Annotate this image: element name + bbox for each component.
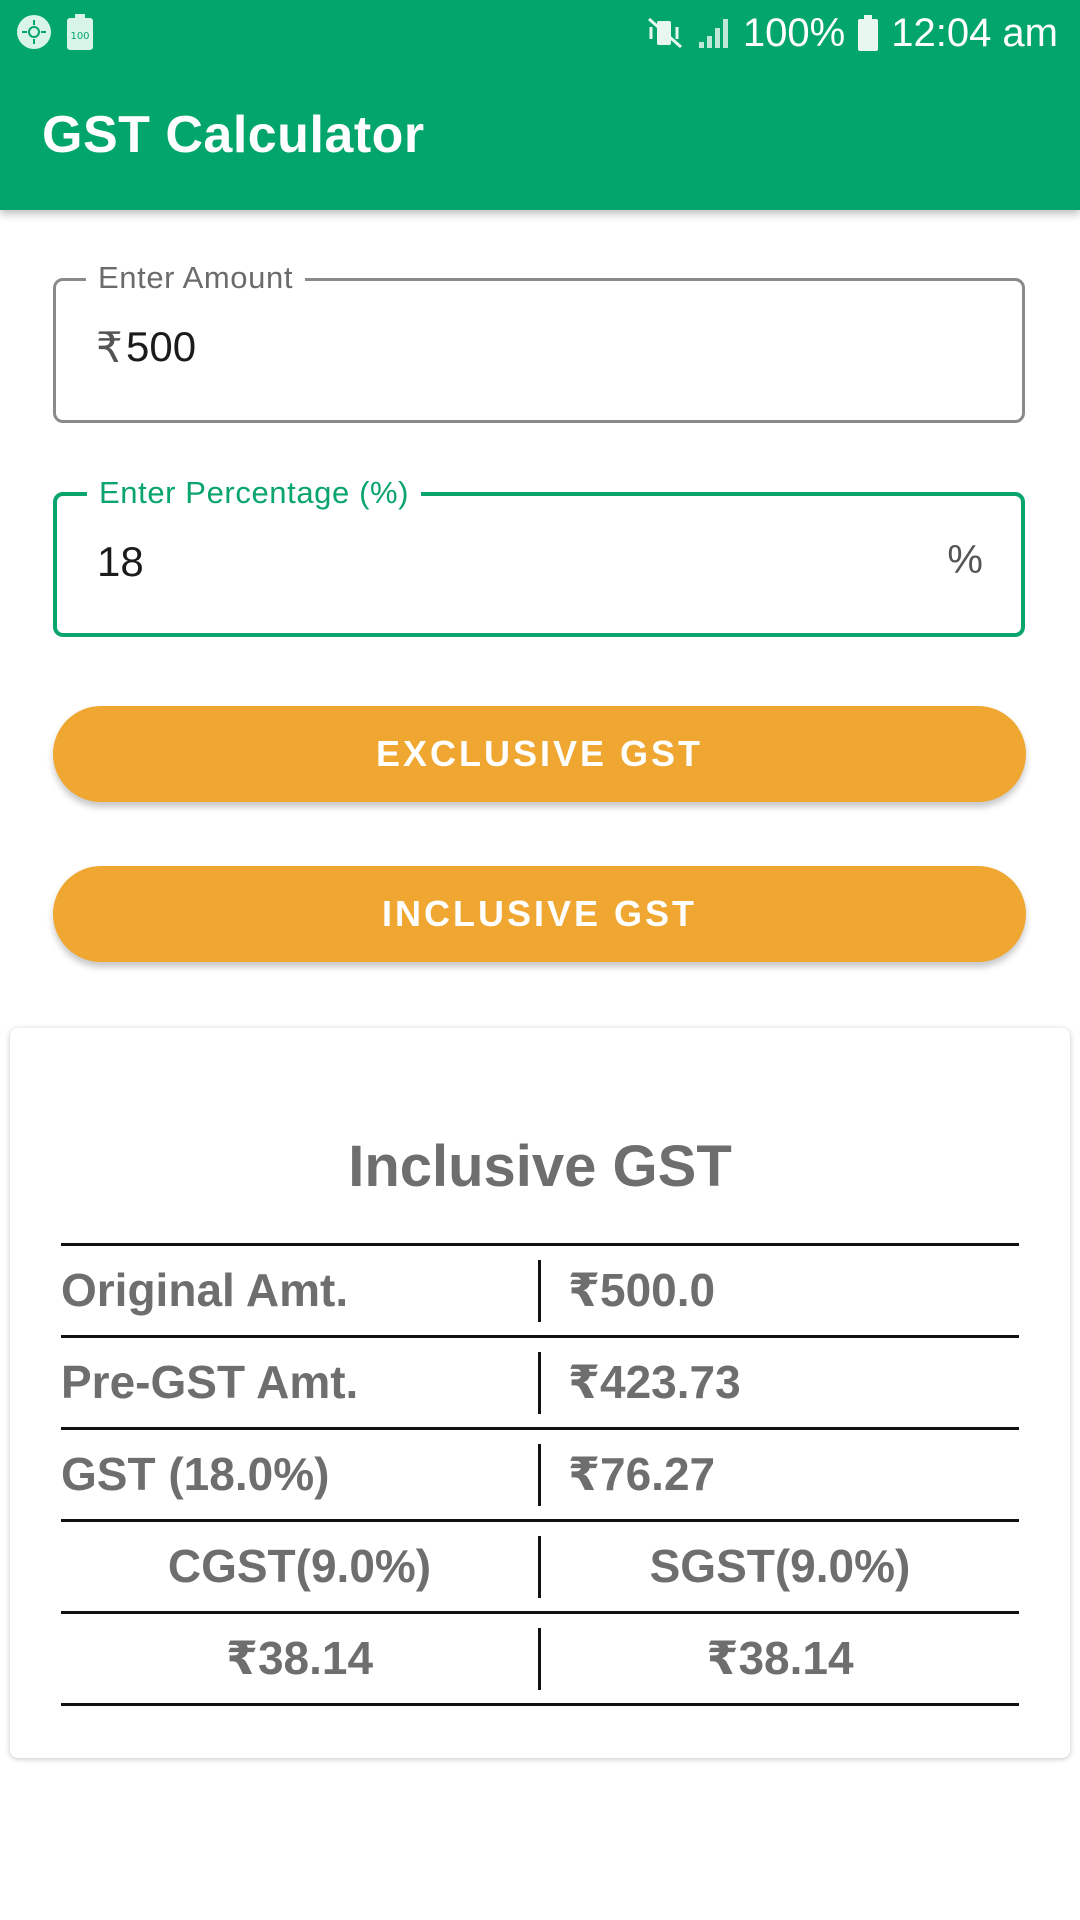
app-bar: 100 100% 12:04 am GST Calculator <box>0 0 1080 210</box>
status-right-group: 100% 12:04 am <box>645 8 1058 58</box>
split-header-row: CGST(9.0%) SGST(9.0%) <box>61 1522 1019 1611</box>
row-label: Original Amt. <box>61 1264 349 1316</box>
column-divider <box>538 1444 541 1506</box>
column-divider <box>538 1260 541 1322</box>
app-title: GST Calculator <box>42 106 425 164</box>
percent-suffix: % <box>947 538 983 582</box>
table-row: Pre-GST Amt. ₹423.73 <box>61 1338 1019 1427</box>
battery-icon <box>857 15 879 51</box>
notification-app-icon <box>16 14 52 50</box>
battery-percent: 100% <box>742 10 846 55</box>
svg-text:100: 100 <box>70 31 89 42</box>
vibrate-mute-icon <box>645 15 685 51</box>
percentage-field[interactable]: Enter Percentage (%) % <box>53 470 1025 637</box>
clock: 12:04 am <box>891 10 1058 55</box>
inclusive-gst-button[interactable]: INCLUSIVE GST <box>53 866 1026 962</box>
result-title: Inclusive GST <box>348 1134 732 1199</box>
status-bar: 100 100% 12:04 am <box>0 0 1080 66</box>
rupee-prefix: ₹ <box>96 324 123 371</box>
sgst-header: SGST(9.0%) <box>649 1540 911 1592</box>
percentage-input[interactable] <box>97 538 797 586</box>
amount-input[interactable] <box>126 323 826 371</box>
row-value: ₹423.73 <box>568 1356 741 1408</box>
amount-field[interactable]: Enter Amount ₹ <box>53 255 1025 423</box>
cgst-value: ₹38.14 <box>225 1632 374 1684</box>
percentage-field-label: Enter Percentage (%) <box>87 470 422 516</box>
result-table: Original Amt. ₹500.0 Pre-GST Amt. ₹423.7… <box>61 1243 1019 1706</box>
cgst-header: CGST(9.0%) <box>167 1540 432 1592</box>
table-row: GST (18.0%) ₹76.27 <box>61 1430 1019 1519</box>
row-label: GST (18.0%) <box>61 1448 330 1500</box>
row-value: ₹76.27 <box>568 1448 716 1500</box>
table-divider <box>61 1703 1019 1706</box>
table-row: Original Amt. ₹500.0 <box>61 1246 1019 1335</box>
signal-icon <box>697 16 731 50</box>
column-divider <box>538 1352 541 1414</box>
row-value: ₹500.0 <box>568 1264 716 1316</box>
sgst-value: ₹38.14 <box>706 1632 854 1684</box>
amount-field-label: Enter Amount <box>86 255 306 301</box>
exclusive-gst-button[interactable]: EXCLUSIVE GST <box>53 706 1026 802</box>
result-card: Inclusive GST Original Amt. ₹500.0 Pre-G… <box>10 1028 1070 1758</box>
row-label: Pre-GST Amt. <box>61 1356 359 1408</box>
battery-100-notification-icon: 100 <box>66 14 102 50</box>
split-value-row: ₹38.14 ₹38.14 <box>61 1614 1019 1703</box>
